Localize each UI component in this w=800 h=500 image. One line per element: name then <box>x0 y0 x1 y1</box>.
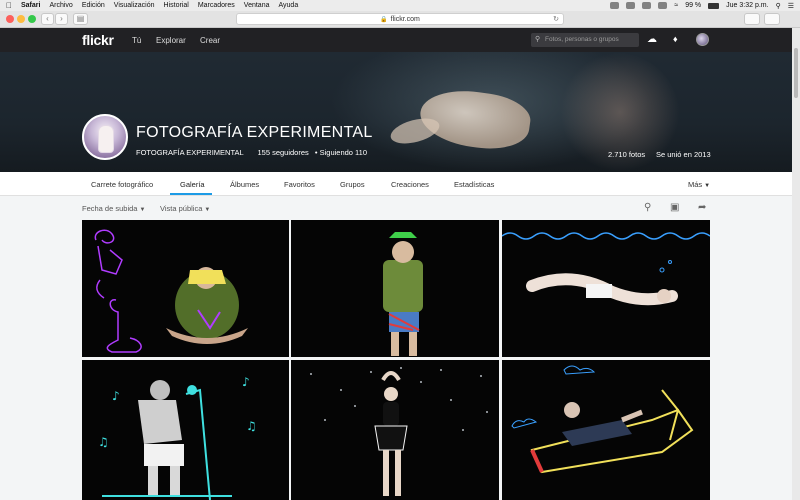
search-icon[interactable]: ⚲ <box>776 2 781 10</box>
tab-grupos[interactable]: Grupos <box>340 180 365 189</box>
wifi-icon[interactable]: ≈ <box>674 2 678 9</box>
svg-text:♪: ♪ <box>112 389 120 403</box>
profile-title: FOTOGRAFÍA EXPERIMENTAL <box>136 124 373 141</box>
gallery-photo-meditating-pharaoh[interactable] <box>82 220 289 357</box>
status-icon[interactable] <box>610 2 620 9</box>
svg-text:♫: ♫ <box>246 419 257 433</box>
menu-visualizacion[interactable]: Visualización <box>114 2 155 9</box>
clock[interactable]: Jue 3:32 p.m. <box>726 2 768 9</box>
menu-historial[interactable]: Historial <box>164 2 189 9</box>
chevron-down-icon: ▼ <box>139 207 146 213</box>
forward-button[interactable]: › <box>55 13 68 25</box>
profile-avatar[interactable] <box>82 114 128 160</box>
sort-label: Fecha de subida <box>82 204 138 213</box>
tab-albumes[interactable]: Álbumes <box>230 180 259 189</box>
search-placeholder: Fotos, personas o grupos <box>545 36 619 43</box>
tab-estadisticas[interactable]: Estadísticas <box>454 180 494 189</box>
view-label: Vista pública <box>160 204 203 213</box>
photos-count: 2.710 fotos <box>608 150 646 159</box>
separator-dot: • <box>314 148 318 157</box>
close-window-button[interactable] <box>6 15 14 23</box>
search-input[interactable]: ⚲ Fotos, personas o grupos <box>531 33 639 47</box>
chevron-down-icon: ▼ <box>704 183 711 189</box>
menu-archivo[interactable]: Archivo <box>49 2 72 9</box>
flickr-logo[interactable]: flickr <box>82 32 114 48</box>
photo-art <box>511 365 694 474</box>
profile-username[interactable]: FOTOGRAFÍA EXPERIMENTAL <box>136 148 243 157</box>
flickr-header: flickr Tú Explorar Crear ⚲ Fotos, person… <box>0 28 800 52</box>
menu-edicion[interactable]: Edición <box>82 2 105 9</box>
tab-favoritos[interactable]: Favoritos <box>284 180 315 189</box>
gallery-photo-green-boy[interactable] <box>291 220 499 357</box>
reload-icon[interactable]: ↻ <box>553 14 559 25</box>
battery-icon[interactable] <box>708 2 720 9</box>
photo-art <box>310 367 488 496</box>
search-icon: ⚲ <box>535 36 541 43</box>
gallery-photo-plane[interactable] <box>502 360 710 500</box>
share-icon[interactable]: ➦ <box>698 202 706 213</box>
menu-app[interactable]: Safari <box>21 2 40 9</box>
battery-percent[interactable]: 99 % <box>685 2 701 9</box>
macos-menu-bar:  Safari Archivo Edición Visualización H… <box>0 0 800 11</box>
gallery-photo-singer[interactable]: ♪ ♫ ♪ ♫ <box>82 360 289 500</box>
user-avatar[interactable] <box>696 33 709 46</box>
lock-icon: 🔒 <box>380 17 388 23</box>
photo-art <box>502 232 710 306</box>
profile-meta: FOTOGRAFÍA EXPERIMENTAL 155 seguidores •… <box>136 148 367 157</box>
status-icon[interactable] <box>626 2 636 9</box>
tab-more[interactable]: Más ▼ <box>688 180 710 189</box>
address-bar[interactable]: 🔒 flickr.com ↻ <box>236 13 564 25</box>
share-button[interactable] <box>744 13 760 25</box>
tab-creaciones[interactable]: Creaciones <box>391 180 429 189</box>
joined-date: Se unió en 2013 <box>656 150 711 159</box>
photo-art: ♪ ♫ ♪ ♫ <box>98 375 257 500</box>
page-scrollbar[interactable] <box>792 28 800 500</box>
active-tab-indicator <box>170 193 212 195</box>
search-icon[interactable]: ⚲ <box>644 202 651 213</box>
apple-menu-icon[interactable]:  <box>6 1 12 10</box>
back-button[interactable]: ‹ <box>41 13 54 25</box>
nav-tu[interactable]: Tú <box>132 36 141 45</box>
sidebar-toggle-button[interactable]: ▤ <box>73 13 88 25</box>
photo-art <box>383 232 423 356</box>
more-label: Más <box>688 180 703 189</box>
menu-ayuda[interactable]: Ayuda <box>278 2 298 9</box>
chevron-down-icon: ▼ <box>204 207 211 213</box>
following-count[interactable]: Siguiendo 110 <box>320 148 367 157</box>
svg-text:♫: ♫ <box>98 435 109 449</box>
minimize-window-button[interactable] <box>17 15 25 23</box>
upload-cloud-icon[interactable]: ☁ <box>647 34 657 45</box>
view-dropdown[interactable]: Vista pública ▼ <box>160 204 210 213</box>
menu-list-icon[interactable]: ☰ <box>788 2 794 10</box>
status-icon[interactable] <box>658 2 668 9</box>
tab-galeria[interactable]: Galería <box>180 180 205 189</box>
menu-ventana[interactable]: Ventana <box>244 2 270 9</box>
menu-marcadores[interactable]: Marcadores <box>198 2 235 9</box>
nav-crear[interactable]: Crear <box>200 36 220 45</box>
tab-carrete[interactable]: Carrete fotográfico <box>91 180 153 189</box>
status-icon[interactable] <box>642 2 652 9</box>
profile-tabs: Carrete fotográfico Galería Álbumes Favo… <box>0 172 792 196</box>
zoom-window-button[interactable] <box>28 15 36 23</box>
slideshow-icon[interactable]: ▣ <box>670 202 679 213</box>
followers-count[interactable]: 155 seguidores <box>257 148 308 157</box>
svg-text:♪: ♪ <box>242 375 250 389</box>
menu-status-area: ≈ 99 % Jue 3:32 p.m. ⚲ ☰ <box>610 0 794 11</box>
notifications-bell-icon[interactable]: ♦ <box>673 34 678 44</box>
gallery-photo-dancer-stars[interactable] <box>291 360 499 500</box>
browser-toolbar: ‹ › ▤ 🔒 flickr.com ↻ <box>0 11 800 28</box>
url-text: flickr.com <box>390 16 420 23</box>
sort-dropdown[interactable]: Fecha de subida ▼ <box>82 204 145 213</box>
tabs-overview-button[interactable] <box>764 13 780 25</box>
avatar-figure <box>99 126 113 152</box>
gallery-photo-swimming[interactable] <box>502 220 710 357</box>
nav-explorar[interactable]: Explorar <box>156 36 186 45</box>
photo-art <box>94 229 248 353</box>
scrollbar-thumb[interactable] <box>794 48 798 98</box>
